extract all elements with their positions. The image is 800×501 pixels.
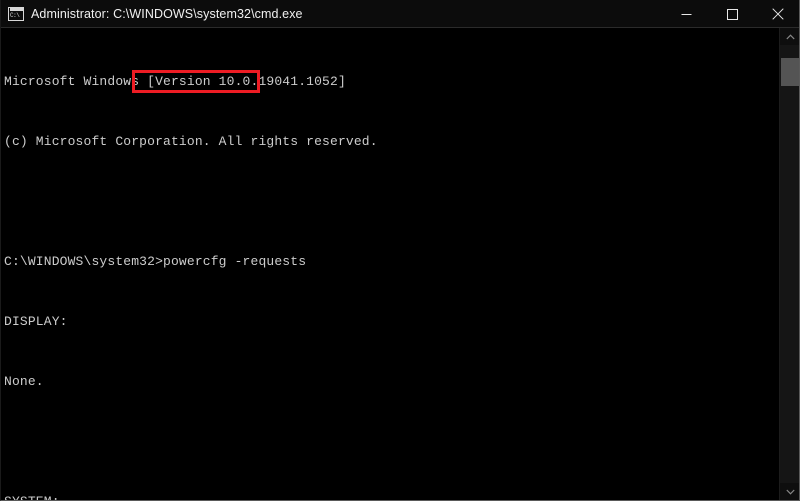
close-icon (772, 8, 784, 20)
console-line: (c) Microsoft Corporation. All rights re… (4, 134, 378, 149)
scrollbar-thumb[interactable] (781, 58, 799, 86)
scrollbar-track[interactable] (780, 45, 799, 483)
close-button[interactable] (755, 0, 799, 28)
cmd-console-icon: C:\ (8, 6, 24, 21)
cmd-window: C:\ Administrator: C:\WINDOWS\system32\c… (0, 0, 800, 501)
title-bar[interactable]: C:\ Administrator: C:\WINDOWS\system32\c… (1, 0, 799, 28)
window-controls (663, 0, 799, 28)
chevron-down-icon (785, 489, 795, 495)
chevron-up-icon (785, 33, 795, 39)
console-line: Microsoft Windows [Version 10.0.19041.10… (4, 74, 346, 89)
window-title: Administrator: C:\WINDOWS\system32\cmd.e… (31, 6, 303, 21)
console-output-area[interactable]: Microsoft Windows [Version 10.0.19041.10… (1, 28, 780, 500)
console-line: None. (4, 374, 44, 389)
scroll-up-button[interactable] (780, 28, 799, 45)
maximize-button[interactable] (709, 0, 755, 28)
minimize-icon (681, 13, 691, 15)
console-command-line-requests: C:\WINDOWS\system32>powercfg -requests (4, 254, 307, 269)
scroll-down-button[interactable] (780, 483, 799, 500)
minimize-button[interactable] (663, 0, 709, 28)
cmd-icon-prompt-text: C:\ (10, 11, 20, 19)
vertical-scrollbar[interactable] (779, 28, 799, 500)
console-section-display: DISPLAY: (4, 314, 68, 329)
console-section-system: SYSTEM: (4, 492, 780, 500)
maximize-icon (726, 8, 738, 20)
